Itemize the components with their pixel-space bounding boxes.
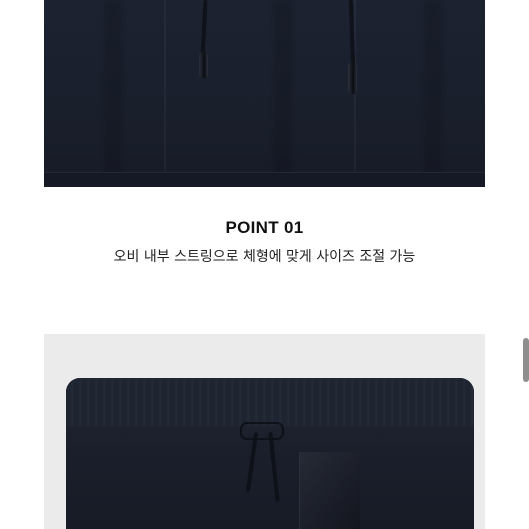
pocket-panel: [299, 452, 360, 529]
hem-edge: [44, 172, 485, 187]
right-cord-tip: [348, 62, 357, 94]
feature-description: 오비 내부 스트링으로 체형에 맞게 사이즈 조절 가능: [113, 249, 416, 265]
drawstring-closeup-image: [44, 0, 485, 187]
elastic-waistband: [66, 378, 474, 426]
waistband-image: [44, 334, 485, 529]
left-drawstring: [200, 0, 208, 59]
drawstring-bow: [240, 422, 284, 440]
feature-title: POINT 01: [225, 218, 304, 237]
scrollbar-thumb[interactable]: [523, 338, 529, 382]
left-cord-tip: [199, 52, 208, 78]
